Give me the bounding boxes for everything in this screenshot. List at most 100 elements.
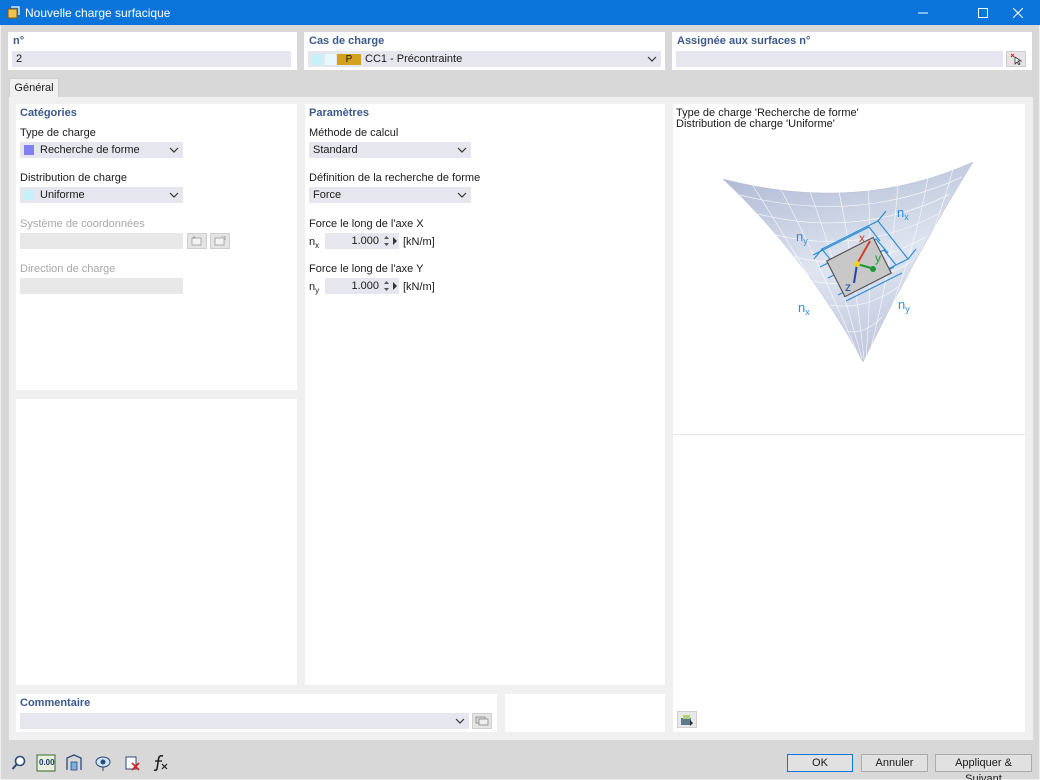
delete-selection-icon bbox=[125, 756, 140, 771]
graphics-options-icon bbox=[681, 714, 693, 726]
ny-symbol: ny bbox=[309, 281, 320, 296]
delete-tool-button[interactable] bbox=[122, 753, 142, 773]
chevron-down-icon bbox=[457, 147, 467, 153]
formfinding-diagram: x y z nx ny nx ny bbox=[722, 161, 974, 363]
minimize-icon bbox=[918, 12, 928, 13]
formfinding-definition-label: Définition de la recherche de forme bbox=[309, 172, 481, 184]
pick-surfaces-button[interactable] bbox=[1006, 51, 1026, 67]
ny-value: 1.000 bbox=[351, 280, 379, 292]
chevron-down-icon bbox=[455, 718, 465, 724]
comment-label: Commentaire bbox=[20, 697, 91, 709]
spin-updown-icon[interactable] bbox=[383, 234, 390, 248]
dialog-client-area: n° 2 Cas de charge P CC1 - Précontrainte… bbox=[1, 25, 1039, 780]
loadcase-color-swatch bbox=[312, 53, 323, 65]
comment-input[interactable] bbox=[20, 713, 469, 729]
search-tool-button[interactable] bbox=[9, 753, 29, 773]
ny-unit: [kN/m] bbox=[403, 281, 435, 293]
load-type-value: Recherche de forme bbox=[40, 144, 140, 156]
pick-cursor-icon bbox=[1010, 53, 1022, 65]
distribution-value: Uniforme bbox=[40, 189, 85, 201]
load-type-color-swatch bbox=[24, 145, 34, 155]
distribution-label: Distribution de charge bbox=[20, 172, 128, 184]
formula-icon bbox=[153, 755, 168, 772]
nx-unit: [kN/m] bbox=[403, 236, 435, 248]
search-icon bbox=[11, 755, 26, 770]
ok-button[interactable]: OK bbox=[787, 754, 853, 772]
chevron-down-icon bbox=[169, 147, 179, 153]
edit-coord-icon bbox=[214, 236, 226, 246]
preview-panel: Type de charge 'Recherche de forme' Dist… bbox=[673, 104, 1025, 732]
assigned-label: Assignée aux surfaces n° bbox=[677, 35, 811, 47]
structure-info-icon bbox=[66, 754, 82, 771]
close-icon bbox=[1013, 7, 1023, 18]
preview-options-button[interactable] bbox=[677, 711, 697, 728]
load-direction-select[interactable] bbox=[20, 278, 183, 294]
view-tool-button[interactable] bbox=[93, 753, 113, 773]
ny-spinner[interactable]: 1.000 bbox=[325, 278, 399, 294]
axis-x-label: x bbox=[859, 231, 865, 245]
spin-right-icon[interactable] bbox=[392, 282, 398, 290]
edit-coord-system-button[interactable] bbox=[210, 233, 230, 249]
number-panel: n° 2 bbox=[8, 32, 297, 70]
spin-updown-icon[interactable] bbox=[383, 279, 390, 293]
nx-spinner[interactable]: 1.000 bbox=[325, 233, 399, 249]
method-label: Méthode de calcul bbox=[309, 127, 399, 139]
nx-symbol: nx bbox=[309, 236, 320, 251]
comment-library-icon bbox=[475, 716, 489, 726]
load-type-label: Type de charge bbox=[20, 127, 96, 139]
cancel-button[interactable]: Annuler bbox=[861, 754, 928, 772]
axis-z-label: z bbox=[845, 280, 851, 294]
title-bar: Nouvelle charge surfacique bbox=[0, 0, 1040, 25]
comment-panel: Commentaire bbox=[16, 694, 497, 732]
model-info-tool-button[interactable] bbox=[64, 753, 84, 773]
preview-divider bbox=[673, 434, 1025, 435]
formula-tool-button[interactable] bbox=[150, 753, 170, 773]
close-button[interactable] bbox=[995, 0, 1040, 25]
load-type-select[interactable]: Recherche de forme bbox=[20, 142, 183, 158]
view-icon bbox=[95, 756, 111, 771]
coord-system-select[interactable] bbox=[20, 233, 183, 249]
maximize-icon bbox=[978, 7, 988, 18]
assigned-surfaces-input[interactable] bbox=[676, 51, 1003, 67]
method-select[interactable]: Standard bbox=[309, 142, 471, 158]
spin-right-icon[interactable] bbox=[392, 237, 398, 245]
loadcase-badge: P bbox=[337, 53, 361, 65]
categories-panel: Catégories Type de charge Recherche de f… bbox=[16, 104, 297, 390]
force-y-label: Force le long de l'axe Y bbox=[309, 263, 424, 275]
preview-line-2: Distribution de charge 'Uniforme' bbox=[676, 118, 835, 130]
options-panel bbox=[16, 399, 297, 685]
distribution-select[interactable]: Uniforme bbox=[20, 187, 183, 203]
tab-general[interactable]: Général bbox=[9, 78, 59, 97]
nx-value: 1.000 bbox=[351, 235, 379, 247]
parameters-title: Paramètres bbox=[309, 107, 369, 119]
load-direction-label: Direction de charge bbox=[20, 263, 116, 275]
formfinding-definition-select[interactable]: Force bbox=[309, 187, 471, 203]
number-input[interactable]: 2 bbox=[12, 51, 291, 67]
chevron-down-icon bbox=[647, 56, 657, 62]
comment-side-panel bbox=[505, 694, 665, 732]
force-x-label: Force le long de l'axe X bbox=[309, 218, 424, 230]
axis-y-label: y bbox=[875, 251, 881, 265]
loadcase-color-swatch-2 bbox=[325, 53, 336, 65]
loadcase-panel: Cas de charge P CC1 - Précontrainte bbox=[304, 32, 665, 70]
categories-title: Catégories bbox=[20, 107, 77, 119]
chevron-down-icon bbox=[169, 192, 179, 198]
chevron-down-icon bbox=[457, 192, 467, 198]
parameters-panel: Paramètres Méthode de calcul Standard Dé… bbox=[305, 104, 665, 685]
coord-system-label: Système de coordonnées bbox=[20, 218, 145, 230]
nx-bottom-label: nx bbox=[798, 300, 810, 317]
comment-library-button[interactable] bbox=[472, 713, 492, 729]
number-label: n° bbox=[13, 35, 25, 47]
distribution-color-swatch bbox=[24, 190, 34, 200]
formfinding-definition-value: Force bbox=[313, 189, 342, 201]
new-coord-system-button[interactable] bbox=[187, 233, 207, 249]
assigned-panel: Assignée aux surfaces n° bbox=[672, 32, 1032, 70]
units-tool-text: 0.00 bbox=[39, 758, 55, 767]
method-value: Standard bbox=[313, 144, 358, 156]
loadcase-select[interactable]: P CC1 - Précontrainte bbox=[308, 51, 661, 67]
apply-next-button[interactable]: Appliquer & Suivant bbox=[935, 754, 1032, 780]
app-icon bbox=[7, 6, 20, 19]
ny-right-label: ny bbox=[898, 297, 910, 314]
units-tool-button[interactable]: 0.00 bbox=[36, 753, 56, 773]
minimize-button[interactable] bbox=[900, 0, 946, 25]
